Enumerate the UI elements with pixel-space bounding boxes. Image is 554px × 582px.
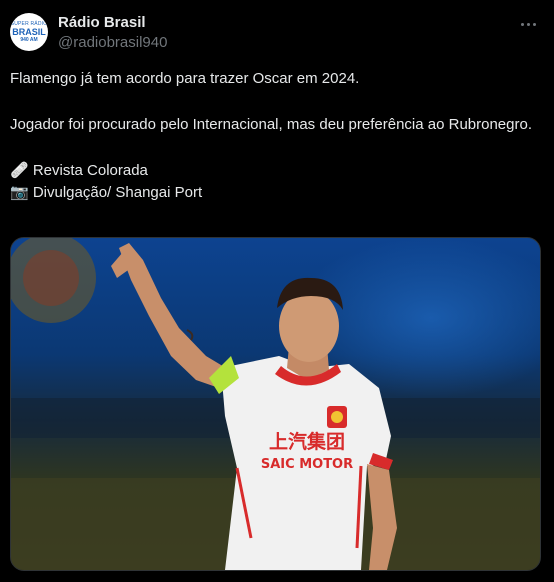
tweet-line-2: Jogador foi procurado pelo Internacional… bbox=[10, 116, 532, 133]
more-options-icon[interactable] bbox=[516, 14, 540, 34]
tweet-line-1: Flamengo já tem acordo para trazer Oscar… bbox=[10, 70, 360, 87]
tweet[interactable]: SUPER RÁDIO BRASIL 940 AM Rádio Brasil @… bbox=[0, 0, 554, 582]
credit-revista: 🩹 Revista Colorada bbox=[10, 162, 148, 179]
jersey-chinese-text: 上汽集团 bbox=[269, 430, 345, 453]
credit-photo: 📷 Divulgação/ Shangai Port bbox=[10, 184, 203, 201]
tweet-photo[interactable]: 上汽集团 SAIC MOTOR bbox=[10, 237, 541, 571]
handle[interactable]: @radiobrasil940 bbox=[58, 34, 167, 51]
avatar-line2: BRASIL bbox=[12, 27, 46, 37]
avatar-line3: 940 AM bbox=[20, 37, 38, 43]
tweet-text: Flamengo já tem acordo para trazer Oscar… bbox=[10, 68, 544, 204]
avatar[interactable]: SUPER RÁDIO BRASIL 940 AM bbox=[10, 13, 48, 51]
display-name[interactable]: Rádio Brasil bbox=[58, 14, 146, 31]
player-illustration: 上汽集团 SAIC MOTOR bbox=[11, 238, 540, 570]
jersey-sponsor-text: SAIC MOTOR bbox=[261, 457, 353, 472]
